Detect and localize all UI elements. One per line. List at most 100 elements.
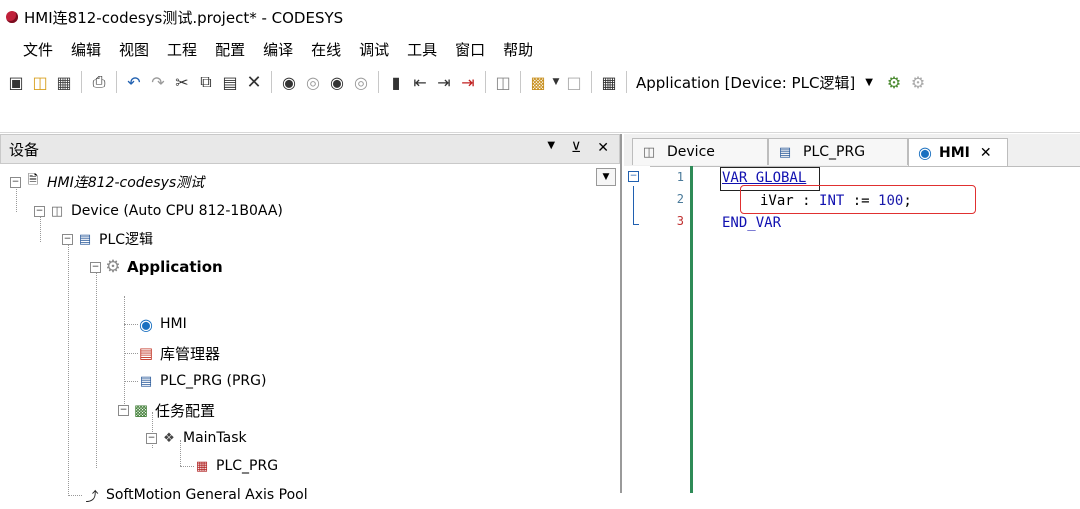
tree-item-softmotion-label: SoftMotion General Axis Pool [106, 487, 308, 503]
tree-item-task-plc-prg[interactable]: ▦ PLC_PRG [194, 452, 278, 480]
active-application-selector[interactable]: Application [Device: PLC逻辑] ▼ [636, 72, 873, 93]
tree-item-library-manager[interactable]: ▤ 库管理器 [138, 339, 220, 367]
bookmark-prev-icon[interactable]: ⇤ [409, 71, 431, 93]
print-icon[interactable]: ⎙ [88, 71, 110, 93]
keyword-end-var: END_VAR [722, 215, 782, 231]
library-books-icon: ▤ [138, 344, 154, 362]
task-config-icon: ▩ [133, 401, 149, 419]
collapse-icon[interactable]: − [146, 432, 157, 444]
globe-icon: ◉ [139, 314, 153, 334]
save-icon[interactable]: ▦ [53, 71, 75, 93]
tree-item-device[interactable]: − ◫ Device (Auto CPU 812-1B0AA) [34, 197, 283, 225]
menu-view[interactable]: 视图 [119, 39, 149, 60]
devices-panel: 设备 ▼ ⊻ ✕ ▼ − 🗎 HMI连812-codesys测试 − ◫ Dev… [0, 134, 622, 505]
program-document-icon: ▤ [139, 373, 153, 389]
menu-help[interactable]: 帮助 [503, 39, 533, 60]
tree-item-hmi[interactable]: ◉ HMI [138, 310, 187, 338]
menu-file[interactable]: 文件 [23, 39, 53, 60]
add-object-icon[interactable]: ▩ [527, 71, 549, 93]
collapse-icon[interactable]: − [34, 205, 45, 217]
line-number: 2 [676, 192, 684, 206]
tree-item-plc-logic[interactable]: − ▤ PLC逻辑 [62, 225, 153, 253]
secondary-toolbar [0, 100, 1080, 133]
tree-item-task-plc-prg-label: PLC_PRG [216, 458, 279, 474]
tab-plc-prg[interactable]: ▤ PLC_PRG [768, 138, 908, 165]
delete-icon[interactable]: ✕ [243, 71, 265, 93]
cut-icon[interactable]: ✂ [171, 71, 193, 93]
compare-icon[interactable]: ◫ [492, 71, 514, 93]
tree-item-main-task[interactable]: − ❖ MainTask [146, 424, 247, 452]
toolbar-separator [485, 71, 486, 93]
toolbar-separator [626, 71, 627, 93]
paste-icon[interactable]: ▤ [219, 71, 241, 93]
find-next-icon[interactable]: ◎ [302, 71, 324, 93]
tree-item-project[interactable]: − 🗎 HMI连812-codesys测试 [10, 168, 204, 196]
collapse-icon[interactable]: − [10, 176, 21, 188]
new-project-icon[interactable]: ▣ [5, 71, 27, 93]
tree-item-plc-prg[interactable]: ▤ PLC_PRG (PRG) [138, 367, 267, 395]
menu-edit[interactable]: 编辑 [71, 39, 101, 60]
globe-icon: ◉ [918, 143, 932, 162]
devices-panel-title: 设备 [9, 140, 40, 159]
find-icon[interactable]: ◉ [278, 71, 300, 93]
toolbar-separator [591, 71, 592, 93]
tree-item-softmotion[interactable]: ⤴ SoftMotion General Axis Pool [84, 481, 308, 509]
device-tree: ▼ − 🗎 HMI连812-codesys测试 − ◫ Device (Auto… [0, 164, 620, 505]
menu-configure[interactable]: 配置 [215, 39, 245, 60]
insert-icon[interactable]: □ [563, 71, 585, 93]
device-icon: ◫ [50, 203, 64, 219]
collapse-icon[interactable]: − [62, 233, 73, 245]
tab-device-label: Device [667, 144, 715, 160]
device-icon: ◫ [642, 144, 656, 160]
menu-online[interactable]: 在线 [311, 39, 341, 60]
build-icon[interactable]: ▦ [598, 71, 620, 93]
open-folder-icon[interactable]: ◫ [29, 71, 51, 93]
codesys-logo-icon [6, 11, 18, 23]
code-area[interactable]: VAR_GLOBAL iVar : INT := 100; END_VAR [694, 166, 1080, 493]
active-application-label: Application [Device: PLC逻辑] [636, 73, 856, 92]
bookmark-clear-icon[interactable]: ⇥ [457, 71, 479, 93]
tree-item-library-manager-label: 库管理器 [160, 344, 221, 363]
tree-item-main-task-label: MainTask [183, 430, 247, 446]
line-number: 1 [676, 170, 684, 184]
tab-hmi[interactable]: ◉ HMI ✕ [908, 138, 1008, 166]
menu-build[interactable]: 编译 [263, 39, 293, 60]
pin-icon[interactable]: ⊻ [571, 140, 581, 156]
logout-icon[interactable]: ⚙ [907, 71, 929, 93]
window-title: HMI连812-codesys测试.project* - CODESYS [24, 8, 344, 27]
tree-item-task-config[interactable]: − ▩ 任务配置 [118, 396, 215, 424]
close-icon[interactable]: ✕ [597, 140, 609, 156]
collapse-icon[interactable]: − [90, 261, 101, 273]
chevron-down-icon: ▼ [865, 76, 873, 88]
tree-item-device-label: Device (Auto CPU 812-1B0AA) [71, 203, 283, 219]
editor-tab-bar: ◫ Device ▤ PLC_PRG ◉ HMI ✕ [624, 134, 1080, 167]
plc-logic-icon: ▤ [78, 231, 92, 247]
copy-icon[interactable]: ⧉ [195, 71, 217, 93]
toolbar: ▣ ◫ ▦ ⎙ ↶ ↷ ✂ ⧉ ▤ ✕ ◉ ◎ ◉ ◎ ▮ ⇤ ⇥ ⇥ ◫ ▩ … [0, 64, 1080, 100]
collapse-icon[interactable]: − [118, 404, 129, 416]
add-object-dropdown-icon[interactable]: ▼ [551, 71, 561, 93]
login-icon[interactable]: ⚙ [883, 71, 905, 93]
menu-window[interactable]: 窗口 [455, 39, 485, 60]
fold-collapse-icon[interactable]: − [628, 171, 639, 182]
close-icon[interactable]: ✕ [980, 145, 992, 161]
menu-tools[interactable]: 工具 [407, 39, 437, 60]
bookmark-next-icon[interactable]: ⇥ [433, 71, 455, 93]
redo-icon[interactable]: ↷ [147, 71, 169, 93]
menu-project[interactable]: 工程 [167, 39, 197, 60]
replace-icon[interactable]: ◉ [326, 71, 348, 93]
undo-icon[interactable]: ↶ [123, 71, 145, 93]
change-marker-bar [690, 166, 693, 493]
replace-all-icon[interactable]: ◎ [350, 71, 372, 93]
toolbar-separator [81, 71, 82, 93]
tab-device[interactable]: ◫ Device [632, 138, 768, 165]
bookmark-icon[interactable]: ▮ [385, 71, 407, 93]
tree-item-application[interactable]: − ⚙ Application [90, 253, 223, 281]
task-icon: ❖ [163, 430, 175, 446]
tree-item-application-label: Application [127, 258, 223, 276]
tree-dropdown-icon[interactable]: ▼ [596, 168, 616, 186]
program-call-icon: ▦ [195, 458, 209, 474]
menu-debug[interactable]: 调试 [359, 39, 389, 60]
panel-menu-icon[interactable]: ▼ [547, 140, 555, 156]
tree-item-plc-prg-label: PLC_PRG (PRG) [160, 373, 267, 389]
